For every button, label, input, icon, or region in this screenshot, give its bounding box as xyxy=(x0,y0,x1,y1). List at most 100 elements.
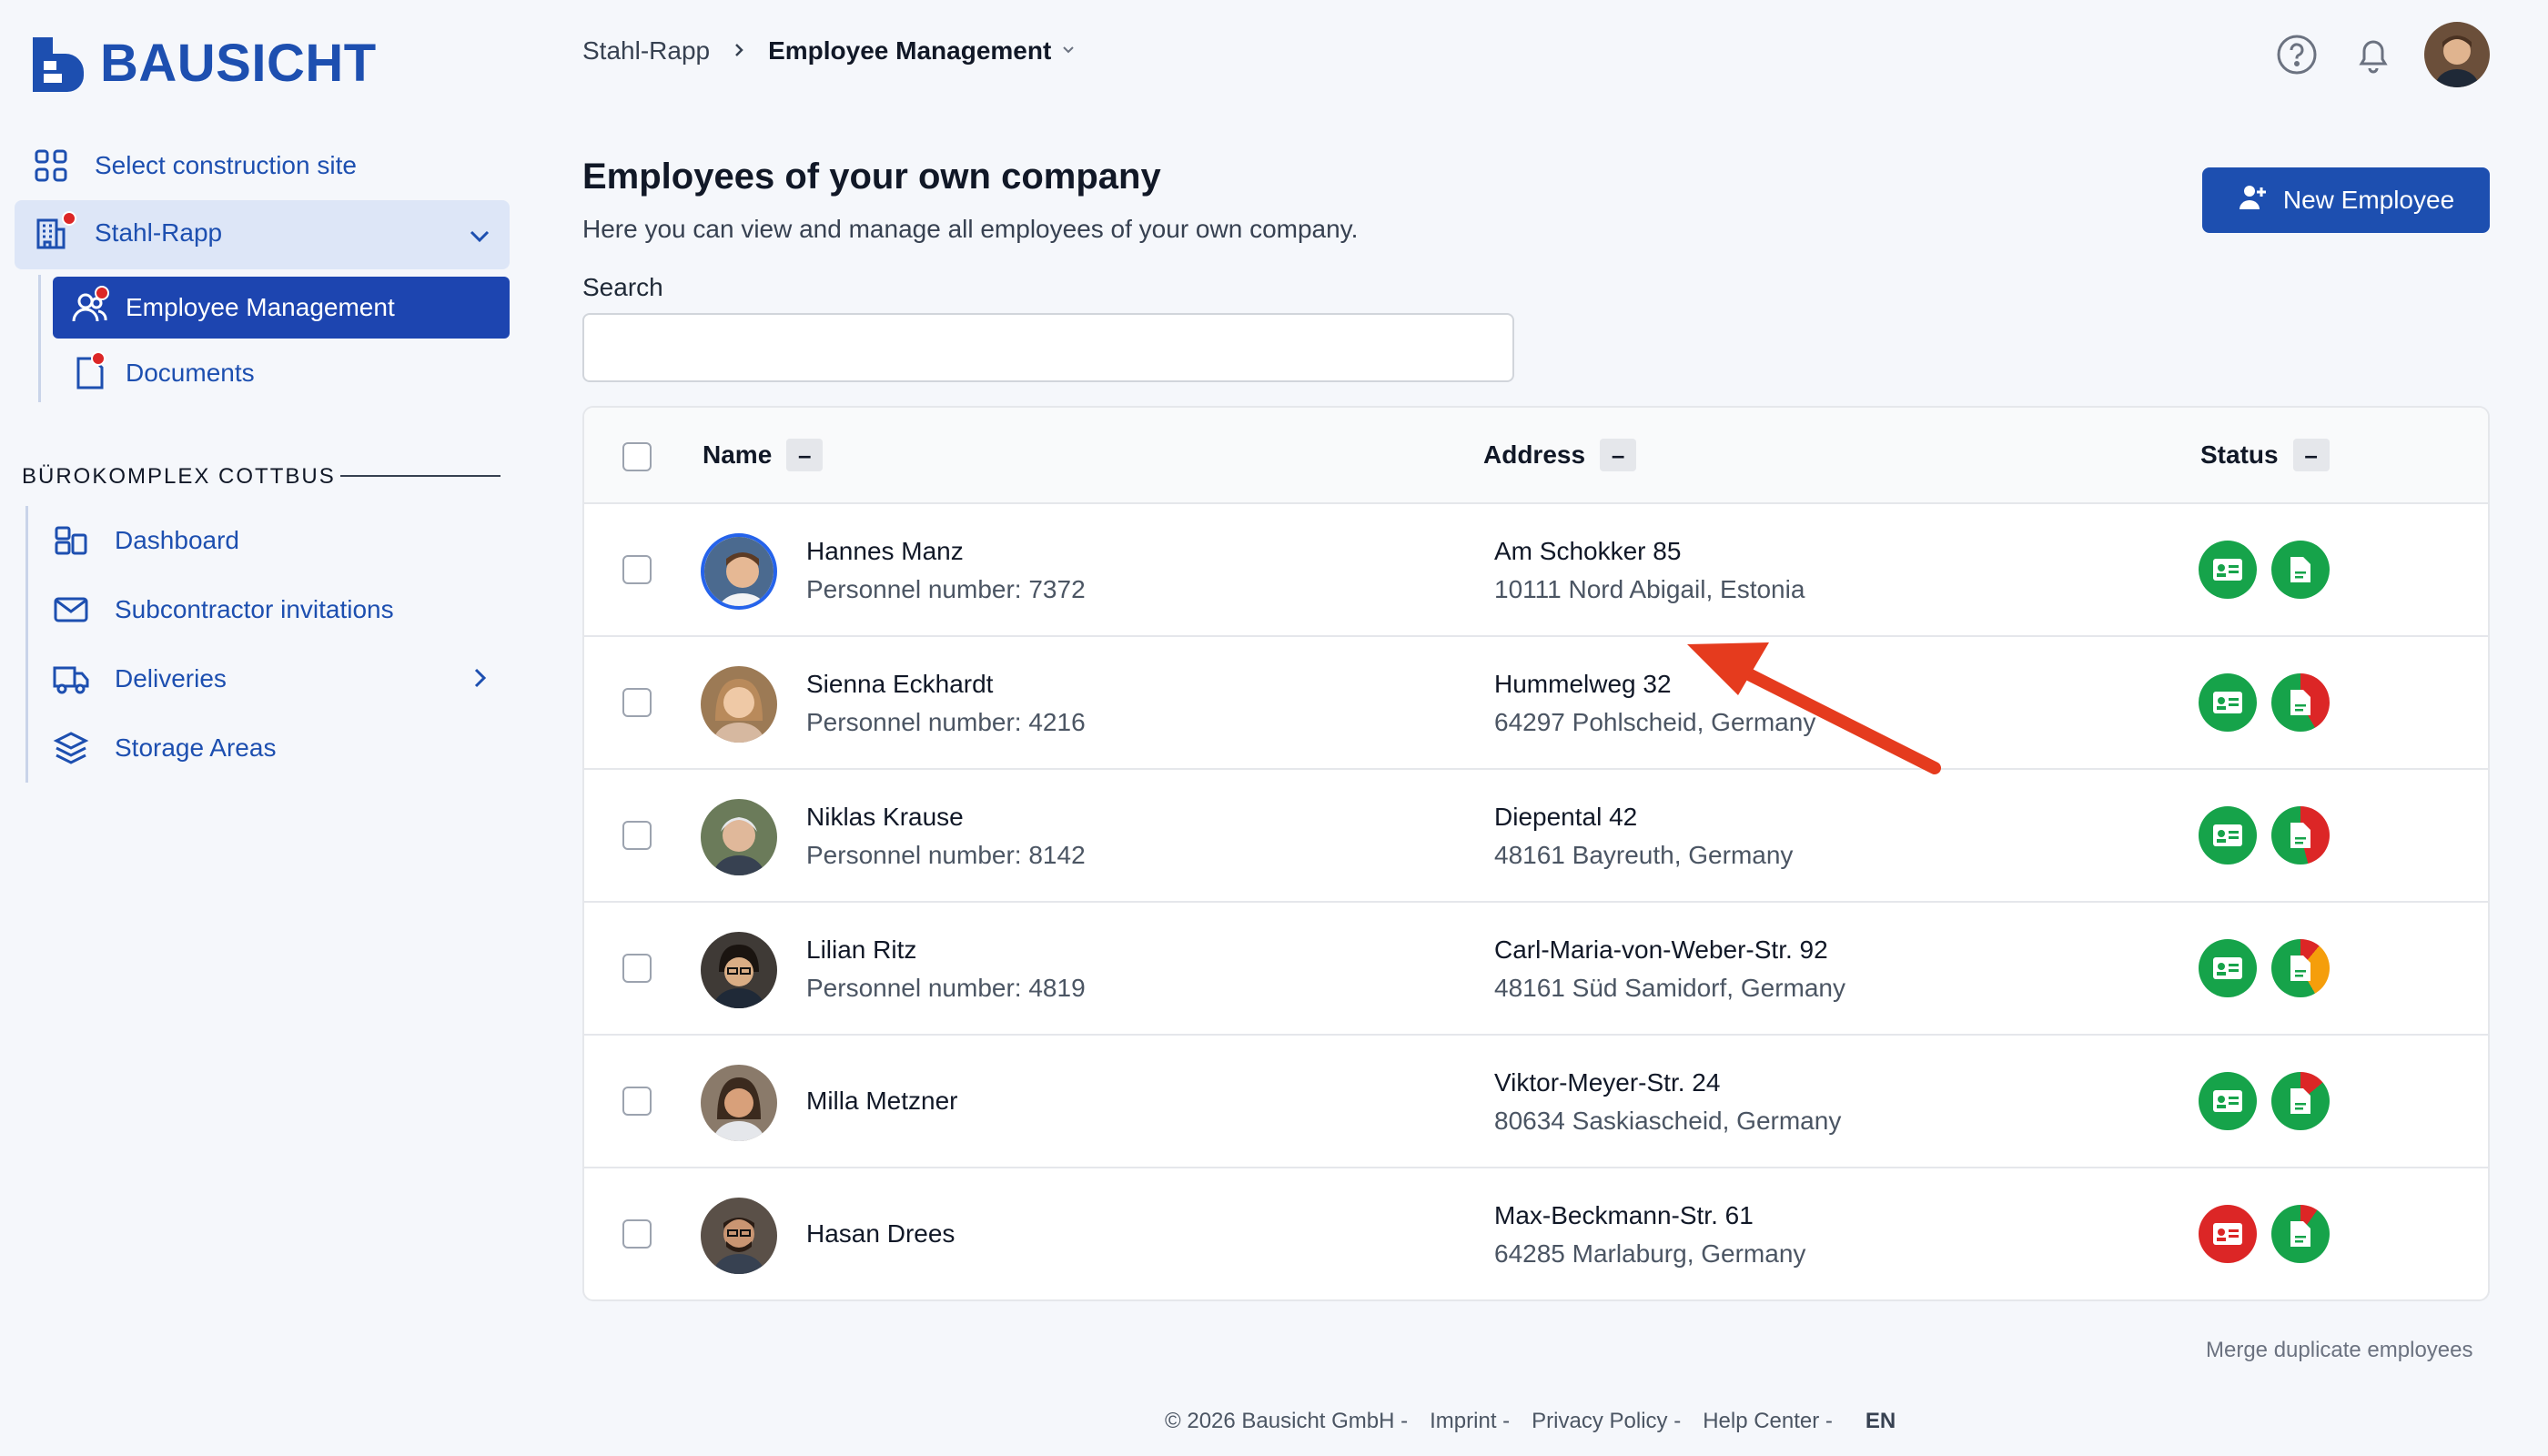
address-street: Max-Beckmann-Str. 61 xyxy=(1494,1201,1754,1229)
id-card-icon[interactable] xyxy=(2199,673,2257,732)
employee-name[interactable]: Sienna Eckhardt xyxy=(806,670,993,699)
employee-name[interactable]: Milla Metzner xyxy=(806,1087,957,1116)
address-city: 80634 Saskiascheid, Germany xyxy=(1494,1107,1842,1135)
select-construction-site-link[interactable]: Select construction site xyxy=(31,146,357,186)
table-row[interactable]: Hannes Manz Personnel number: 7372 Am Sc… xyxy=(584,504,2488,637)
sidebar-item-subcontractor-invitations[interactable]: Subcontractor invitations xyxy=(51,590,394,630)
id-card-icon[interactable] xyxy=(2199,806,2257,864)
column-header-address: Address – xyxy=(1483,439,1637,471)
file-icon[interactable] xyxy=(2271,806,2330,864)
address-street: Am Schokker 85 xyxy=(1494,537,1682,565)
notification-dot xyxy=(91,351,106,366)
avatar xyxy=(701,666,777,743)
sidebar-item-label: Documents xyxy=(126,359,255,387)
notification-dot xyxy=(95,286,109,300)
file-icon[interactable] xyxy=(2271,673,2330,732)
address-street: Diepental 42 xyxy=(1494,803,1638,831)
footer-link-help[interactable]: Help Center - xyxy=(1703,1409,1833,1434)
address-city: 10111 Nord Abigail, Estonia xyxy=(1494,575,1805,603)
row-checkbox[interactable] xyxy=(622,688,652,717)
file-icon[interactable] xyxy=(2271,939,2330,997)
footer-link-imprint[interactable]: Imprint - xyxy=(1430,1409,1510,1434)
search-input[interactable] xyxy=(582,313,1514,382)
select-all-checkbox[interactable] xyxy=(622,442,652,471)
footer-link-privacy[interactable]: Privacy Policy - xyxy=(1532,1409,1681,1434)
collapse-column-button[interactable]: – xyxy=(786,439,824,471)
chevron-down-icon[interactable] xyxy=(466,222,493,254)
submenu-guide-line xyxy=(38,275,41,402)
avatar xyxy=(701,533,777,610)
address-city: 48161 Bayreuth, Germany xyxy=(1494,841,1794,869)
employee-name[interactable]: Lilian Ritz xyxy=(806,935,916,965)
avatar xyxy=(701,932,777,1008)
id-card-icon[interactable] xyxy=(2199,1205,2257,1263)
row-checkbox[interactable] xyxy=(622,821,652,850)
sidebar-item-dashboard[interactable]: Dashboard xyxy=(51,521,239,561)
employees-table: Name – Address – Status – Hannes Manz Pe… xyxy=(582,406,2490,1301)
footer-copyright: © 2026 Bausicht GmbH - xyxy=(1165,1409,1409,1433)
personnel-number: Personnel number: 4819 xyxy=(806,974,1086,1002)
employee-name[interactable]: Hannes Manz xyxy=(806,537,964,566)
employee-name[interactable]: Niklas Krause xyxy=(806,803,964,832)
truck-icon xyxy=(51,659,91,699)
id-card-icon[interactable] xyxy=(2199,939,2257,997)
collapse-column-button[interactable]: – xyxy=(1600,439,1637,471)
language-switcher[interactable]: EN xyxy=(1866,1409,1896,1434)
table-header: Name – Address – Status – xyxy=(584,408,2488,504)
collapse-column-button[interactable]: – xyxy=(2292,439,2330,471)
footer: © 2026 Bausicht GmbH - Imprint - Privacy… xyxy=(1165,1409,1896,1434)
table-row[interactable]: Niklas Krause Personnel number: 8142 Die… xyxy=(584,770,2488,903)
address-street: Viktor-Meyer-Str. 24 xyxy=(1494,1068,1721,1097)
row-checkbox[interactable] xyxy=(622,555,652,584)
envelope-icon xyxy=(51,590,91,630)
file-icon[interactable] xyxy=(2271,1072,2330,1130)
user-avatar[interactable] xyxy=(2424,22,2490,87)
table-row[interactable]: Sienna Eckhardt Personnel number: 4216 H… xyxy=(584,637,2488,770)
brand-name: BAUSICHT xyxy=(100,34,377,93)
section-title: BÜROKOMPLEX COTTBUS xyxy=(22,464,336,489)
row-checkbox[interactable] xyxy=(622,1219,652,1249)
employee-name[interactable]: Hasan Drees xyxy=(806,1219,955,1249)
users-icon xyxy=(69,286,109,328)
avatar xyxy=(701,799,777,875)
id-card-icon[interactable] xyxy=(2199,1072,2257,1130)
table-row[interactable]: Lilian Ritz Personnel number: 4819 Carl-… xyxy=(584,903,2488,1036)
breadcrumb-current[interactable]: Employee Management xyxy=(768,36,1051,66)
help-circle-icon[interactable] xyxy=(2275,33,2319,76)
personnel-number: Personnel number: 4216 xyxy=(806,708,1086,736)
company-name: Stahl-Rapp xyxy=(95,218,223,247)
row-checkbox[interactable] xyxy=(622,1087,652,1116)
breadcrumb: Stahl-Rapp Employee Management xyxy=(582,36,1077,66)
address-street: Carl-Maria-von-Weber-Str. 92 xyxy=(1494,935,1828,964)
new-employee-button[interactable]: New Employee xyxy=(2202,167,2490,233)
breadcrumb-company-link[interactable]: Stahl-Rapp xyxy=(582,36,710,66)
address-city: 64297 Pohlscheid, Germany xyxy=(1494,708,1816,736)
chevron-right-icon[interactable] xyxy=(466,664,493,696)
chevron-right-icon xyxy=(730,36,748,66)
id-card-icon[interactable] xyxy=(2199,541,2257,599)
brand-logo[interactable]: BAUSICHT xyxy=(29,33,377,94)
notification-dot xyxy=(62,211,76,226)
company-selector-content[interactable]: Stahl-Rapp xyxy=(31,211,223,253)
column-header-name: Name – xyxy=(703,439,824,471)
personnel-number: Personnel number: 7372 xyxy=(806,575,1086,603)
sidebar-item-documents[interactable]: Documents xyxy=(69,351,255,393)
sidebar-item-deliveries[interactable]: Deliveries xyxy=(51,659,227,699)
page-subtitle: Here you can view and manage all employe… xyxy=(582,215,1359,243)
file-icon[interactable] xyxy=(2271,541,2330,599)
file-icon[interactable] xyxy=(2271,1205,2330,1263)
sidebar-item-label: Employee Management xyxy=(126,293,395,321)
chevron-down-icon[interactable] xyxy=(1060,39,1077,63)
sidebar-item-label: Deliveries xyxy=(115,664,227,693)
row-checkbox[interactable] xyxy=(622,954,652,983)
table-row[interactable]: Milla Metzner Viktor-Meyer-Str. 24 80634… xyxy=(584,1036,2488,1168)
bell-icon[interactable] xyxy=(2351,33,2395,76)
bausicht-logo-icon xyxy=(33,36,84,92)
sidebar-item-storage-areas[interactable]: Storage Areas xyxy=(51,728,276,768)
table-row[interactable]: Hasan Drees Max-Beckmann-Str. 61 64285 M… xyxy=(584,1168,2488,1299)
new-employee-label: New Employee xyxy=(2282,186,2455,214)
sidebar-item-employee-management-content[interactable]: Employee Management xyxy=(69,286,395,328)
page-title: Employees of your own company xyxy=(582,157,1161,197)
merge-duplicates-link[interactable]: Merge duplicate employees xyxy=(2206,1338,2473,1363)
column-label: Status xyxy=(2200,440,2279,469)
